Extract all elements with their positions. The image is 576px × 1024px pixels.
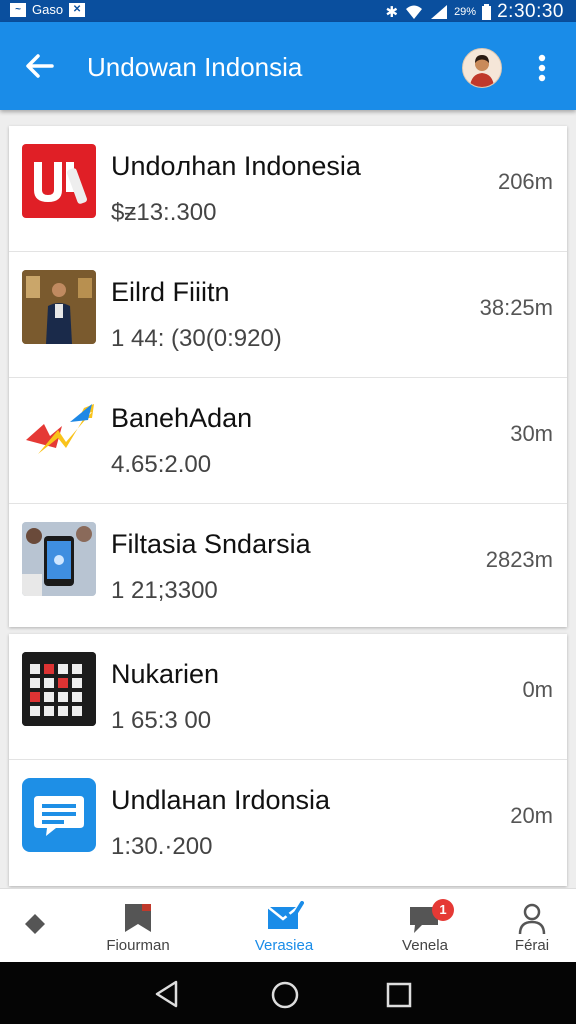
nav-item-fiourman[interactable]: Fiourman [92,889,184,963]
person-photo-icon [22,270,96,344]
item-time: 20m [510,803,553,828]
item-subtitle: $ƶ13:.300 [111,199,217,226]
app-bar: Undowan Indonsia [0,22,576,110]
list-item[interactable]: Eilrd Fiiitn 1 44: (30(0:920) 38:25m [9,252,567,378]
nav-item-home[interactable] [0,889,72,963]
item-name: Undlaнan Irdonsia [111,785,331,815]
item-subtitle: 4.65:2.00 [111,451,212,478]
list-item[interactable]: Undoлhan Indonesia $ƶ13:.300 206m [9,126,567,252]
system-nav-bar [0,962,576,1024]
keypad-icon [22,652,96,726]
bluetooth-icon: ✱ [385,4,399,21]
more-vert-icon[interactable] [530,52,554,84]
avatar[interactable] [462,48,502,88]
battery-percent: 29% [454,6,477,18]
notification-badge: 1 [432,899,454,921]
item-time: 2823m [485,547,553,572]
nav-label: Fiourman [106,937,170,954]
battery-icon [482,4,492,20]
item-subtitle: 1 21;3300 [111,577,218,604]
nav-label: Venela [402,937,448,954]
back-triangle-icon[interactable] [154,980,180,1008]
item-name: Undoлhan Indonesia [111,151,361,181]
item-name: Eilrd Fiiitn [111,277,230,307]
item-time: 206m [497,169,553,194]
nav-item-venela[interactable]: 1 Venela [380,889,470,963]
person-icon [518,903,546,935]
list-item[interactable]: Filtasia Sndarsia 1 21;3300 2823m [9,504,567,629]
nav-item-verasiea[interactable]: Verasiea [236,889,332,963]
item-time: 38:25m [479,295,553,320]
item-subtitle: 1 65:3 00 [111,707,212,734]
list-item[interactable]: Undlaнan Irdonsia 1:30.·200 20m [9,760,567,885]
bottom-nav: Fiourman Verasiea 1 Venela Férai [0,888,576,963]
page-title: Undowan Indonsia [87,52,303,82]
arrow-left-icon[interactable] [22,50,58,82]
nav-label: Férai [514,937,550,954]
recents-square-icon[interactable] [386,982,412,1008]
list-card: Nukarien 1 65:3 00 0m Undlaнan Irdonsia … [9,634,567,886]
item-name: BanehAdan [111,403,253,433]
clock: 2:30:30 [497,1,564,22]
item-name: Nukarien [111,659,220,689]
bookmark-icon [125,904,151,932]
list-item[interactable]: Nukarien 1 65:3 00 0m [9,634,567,760]
item-subtitle: 1:30.·200 [111,833,213,860]
status-left-text: Gaso [32,2,64,17]
colorful-logo-icon [22,396,96,470]
status-bar: ~ Gaso ✕ ✱ 29% 2:30:30 [0,0,576,22]
item-subtitle: 1 44: (30(0:920) [111,325,282,352]
mail-check-icon [267,901,304,929]
nav-label: Verasiea [254,937,314,954]
image-notification-icon: ✕ [69,2,86,17]
list-item[interactable]: BanehAdan 4.65:2.00 30m [9,378,567,504]
wifi-icon [406,5,423,19]
list-card: Undoлhan Indonesia $ƶ13:.300 206m Eilrd … [9,126,567,627]
ui-logo-icon [22,144,96,218]
chat-bubble-icon [22,778,96,852]
nav-item-ferai[interactable]: Férai [492,889,572,963]
signal-icon [431,5,448,19]
phone-photo-icon [22,522,96,596]
item-name: Filtasia Sndarsia [111,529,311,559]
item-time: 30m [510,421,553,446]
notification-icon: ~ [10,2,26,17]
home-circle-icon[interactable] [270,980,300,1010]
diamond-icon [25,914,45,934]
item-time: 0m [522,677,553,702]
